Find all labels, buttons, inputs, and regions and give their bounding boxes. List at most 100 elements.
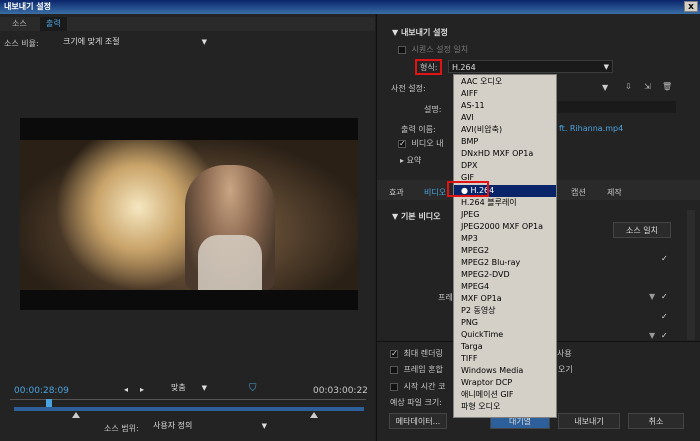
tab-video[interactable]: 비디오 xyxy=(424,187,446,198)
frame-blend-row[interactable]: 프레임 혼합 xyxy=(390,364,443,375)
summary-header[interactable]: ▸ 요약 xyxy=(400,155,421,166)
output-name-label: 출력 이름: xyxy=(401,125,436,134)
scale-value: 크기에 맞게 조절 xyxy=(63,37,120,46)
export-settings-header[interactable]: ▼ 내보내기 설정 xyxy=(392,27,448,38)
window-title: 내보내기 설정 xyxy=(4,2,51,11)
format-option[interactable]: BMP xyxy=(454,136,556,148)
format-option[interactable]: DPX xyxy=(454,160,556,172)
duration-timecode: 00:03:00:22 xyxy=(313,386,368,396)
selected-format-highlight xyxy=(447,181,489,197)
comment-field[interactable] xyxy=(558,101,676,113)
format-option[interactable]: MXF OP1a xyxy=(454,293,556,305)
format-option[interactable]: MPEG2-DVD xyxy=(454,269,556,281)
checkmark-icon[interactable]: ✓ xyxy=(661,292,668,301)
range-value: 사용자 정의 xyxy=(153,421,193,430)
tab-output[interactable]: 출력 xyxy=(40,17,67,31)
close-icon[interactable]: x xyxy=(684,1,698,12)
format-option[interactable]: AVI(비압축) xyxy=(454,124,556,136)
fit-value: 맞춤 xyxy=(171,383,186,392)
tab-source[interactable]: 소스 xyxy=(6,17,33,31)
current-timecode[interactable]: 00:00:28:09 xyxy=(14,386,69,396)
tab-effects[interactable]: 효과 xyxy=(389,187,404,198)
export-button[interactable]: 내보내기 xyxy=(558,413,620,429)
video-preview xyxy=(20,118,358,310)
max-render-checkbox[interactable]: ✓ xyxy=(390,349,398,358)
checkmark-icon: ✓ xyxy=(661,254,668,263)
frame-blend-label: 프레임 혼합 xyxy=(403,365,443,374)
format-option[interactable]: AVI xyxy=(454,112,556,124)
scale-label: 소스 비율: xyxy=(4,39,39,48)
chevron-down-icon[interactable]: ▼ xyxy=(649,331,655,340)
checkmark-icon[interactable]: ✓ xyxy=(661,331,668,340)
format-option[interactable]: TIFF xyxy=(454,353,556,365)
cancel-button[interactable]: 취소 xyxy=(628,413,684,429)
export-video-label: 비디오 내 xyxy=(411,139,444,148)
match-sequence-checkbox[interactable] xyxy=(398,45,406,54)
timeline-ruler xyxy=(10,399,366,400)
out-point-handle[interactable] xyxy=(310,412,318,418)
match-source-button[interactable]: 소스 일치 xyxy=(613,222,671,238)
format-option[interactable]: MPEG4 xyxy=(454,281,556,293)
format-option[interactable]: Windows Media xyxy=(454,365,556,377)
max-render-row[interactable]: ✓ 최대 렌더링 xyxy=(390,348,443,359)
fit-dropdown[interactable]: 맞춤 ▼ xyxy=(168,382,210,394)
chevron-down-icon: ▼ xyxy=(201,38,207,46)
format-option[interactable]: H.264 블루레이 xyxy=(454,197,556,209)
format-option[interactable]: MPEG2 xyxy=(454,245,556,257)
in-point-handle[interactable] xyxy=(72,412,80,418)
prev-frame-icon[interactable]: ◂ xyxy=(124,385,128,394)
save-preset-icon[interactable]: ⇩ xyxy=(625,82,632,91)
format-option[interactable]: Wraptor DCP xyxy=(454,377,556,389)
format-option[interactable]: P2 동영상 xyxy=(454,305,556,317)
format-option[interactable]: QuickTime xyxy=(454,329,556,341)
frame-label: 프레 xyxy=(438,293,453,302)
chevron-down-icon: ▼ xyxy=(261,422,267,430)
format-option[interactable]: JPEG2000 MXF OP1a xyxy=(454,221,556,233)
format-option[interactable]: AAC 오디오 xyxy=(454,76,556,88)
person-shirt xyxy=(198,235,262,290)
format-option[interactable]: DNxHD MXF OP1a xyxy=(454,148,556,160)
format-option[interactable]: JPEG xyxy=(454,209,556,221)
chevron-down-icon[interactable]: ▼ xyxy=(602,83,608,92)
chevron-down-icon: ▼ xyxy=(201,384,207,392)
comment-label: 설명: xyxy=(424,105,442,114)
format-option[interactable]: Targa xyxy=(454,341,556,353)
scale-dropdown[interactable]: 크기에 맞게 조절 ▼ xyxy=(60,36,210,48)
output-name-link[interactable]: ft. Rihanna.mp4 xyxy=(559,124,623,133)
export-video-row[interactable]: ✓ 비디오 내 xyxy=(398,138,444,149)
tab-publish[interactable]: 제작 xyxy=(607,187,622,198)
format-option[interactable]: AS-11 xyxy=(454,100,556,112)
format-value: H.264 xyxy=(452,63,476,72)
format-option[interactable]: MP3 xyxy=(454,233,556,245)
format-dropdown-list[interactable]: AAC 오디오 AIFF AS-11 AVI AVI(비압축) BMP DNxH… xyxy=(453,74,557,418)
format-option[interactable]: 애니메이션 GIF xyxy=(454,389,556,401)
tab-captions[interactable]: 캡션 xyxy=(571,187,586,198)
crop-icon[interactable]: ⛉ xyxy=(249,383,257,394)
scrollbar[interactable] xyxy=(687,210,695,340)
metadata-button[interactable]: 메타데이터... xyxy=(389,413,447,429)
frame-blend-checkbox[interactable] xyxy=(390,365,398,374)
range-dropdown[interactable]: 사용자 정의 ▼ xyxy=(150,420,270,432)
format-label: 형식: xyxy=(420,63,438,72)
use-label: 사용 xyxy=(557,349,572,358)
export-video-checkbox[interactable]: ✓ xyxy=(398,139,406,148)
work-area-bar[interactable] xyxy=(14,407,364,411)
chevron-down-icon: ▼ xyxy=(603,63,609,71)
preset-label: 사전 설정: xyxy=(391,84,426,93)
format-option[interactable]: MPEG2 Blu-ray xyxy=(454,257,556,269)
start-time-row[interactable]: 시작 시간 코 xyxy=(390,381,445,392)
basic-video-header[interactable]: ▼ 기본 비디오 xyxy=(392,211,441,222)
start-time-checkbox[interactable] xyxy=(390,382,398,391)
match-sequence-row[interactable]: 시퀀스 설정 일치 xyxy=(398,44,468,55)
import-preset-icon[interactable]: ⇲ xyxy=(644,82,651,91)
checkmark-icon[interactable]: ✓ xyxy=(661,312,668,321)
preview-tab-bar: 소스 출력 xyxy=(0,17,375,31)
format-dropdown[interactable]: H.264 ▼ xyxy=(448,60,613,73)
format-option[interactable]: 파형 오디오 xyxy=(454,401,556,413)
delete-preset-icon[interactable]: 🗑 xyxy=(662,82,672,91)
disclosure-icon: ▼ xyxy=(392,28,401,37)
format-option[interactable]: PNG xyxy=(454,317,556,329)
chevron-down-icon[interactable]: ▼ xyxy=(649,292,655,301)
format-option[interactable]: AIFF xyxy=(454,88,556,100)
next-frame-icon[interactable]: ▸ xyxy=(140,385,144,394)
